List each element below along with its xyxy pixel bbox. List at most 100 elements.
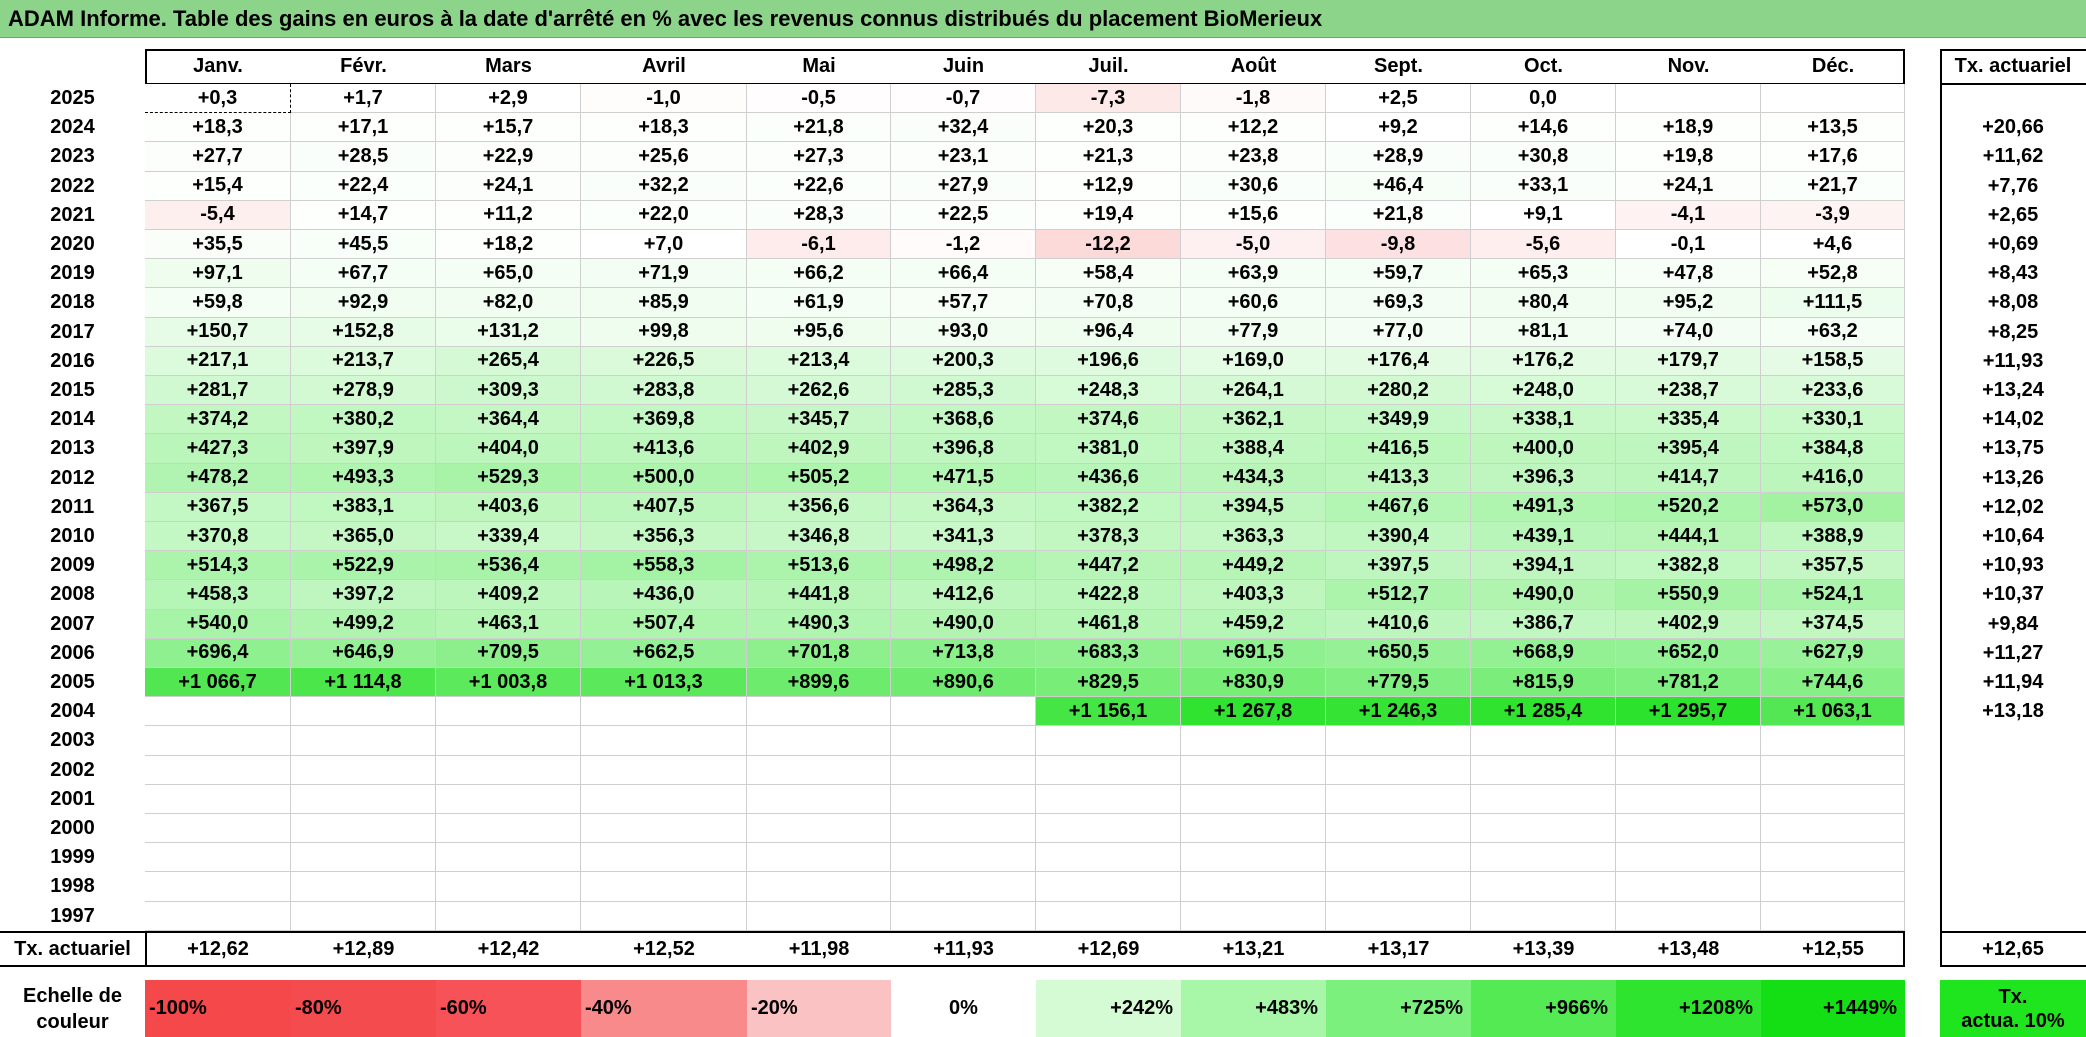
year-label: 2018: [50, 291, 95, 314]
table-cell: [291, 872, 436, 902]
table-cell: +650,5: [1326, 638, 1471, 668]
actuarial-rate: +8,25: [1987, 320, 2039, 343]
table-cell: +374,2: [145, 405, 291, 435]
table-cell: [747, 872, 891, 902]
table-cell: [1036, 755, 1181, 785]
table-cell: +388,9: [1761, 522, 1905, 552]
color-scale-swatch: +242%: [1036, 980, 1181, 1037]
table-cell: +335,4: [1616, 405, 1761, 435]
table-cell: +27,3: [747, 142, 891, 172]
table-cell: +85,9: [581, 288, 747, 318]
table-cell: +21,7: [1761, 171, 1905, 201]
table-cell: +463,1: [436, 609, 581, 639]
table-cell: [1036, 843, 1181, 873]
table-cell: +14,7: [291, 200, 436, 230]
table-cell: [581, 755, 747, 785]
table-cell: +627,9: [1761, 638, 1905, 668]
footer-rate: +13,21: [1222, 938, 1285, 960]
table-cell: +22,9: [436, 142, 581, 172]
table-cell: +493,3: [291, 463, 436, 493]
year-label: 2010: [50, 525, 95, 548]
table-cell: +396,3: [1471, 463, 1616, 493]
table-cell: [747, 755, 891, 785]
table-cell: [1616, 755, 1761, 785]
table-cell: [891, 872, 1036, 902]
table-cell: [1326, 726, 1471, 756]
table-cell: +28,3: [747, 200, 891, 230]
year-label: 2013: [50, 437, 95, 460]
year-label: 2014: [50, 408, 95, 431]
table-cell: +59,7: [1326, 259, 1471, 289]
table-cell: +364,3: [891, 492, 1036, 522]
table-cell: +27,7: [145, 142, 291, 172]
table-cell: +573,0: [1761, 492, 1905, 522]
table-cell: [581, 726, 747, 756]
footer-rate: +12,52: [633, 938, 695, 960]
actuarial-rate: +0,69: [1987, 233, 2039, 256]
table-cell: +378,3: [1036, 522, 1181, 552]
table-cell: +339,4: [436, 522, 581, 552]
actuarial-rate: +13,24: [1982, 379, 2044, 402]
table-cell: -1,2: [891, 230, 1036, 260]
actuarial-rate: +10,93: [1982, 554, 2044, 577]
table-cell: +369,8: [581, 405, 747, 435]
table-cell: -5,0: [1181, 230, 1326, 260]
table-cell: +403,3: [1181, 580, 1326, 610]
actuarial-header: Tx. actuariel: [1954, 55, 2072, 77]
table-cell: [1471, 872, 1616, 902]
table-cell: +67,7: [291, 259, 436, 289]
actuarial-rate: [1940, 872, 2086, 901]
actuarial-rate: [1940, 726, 2086, 755]
color-scale-swatch: -80%: [291, 980, 436, 1037]
table-cell: +386,7: [1471, 609, 1616, 639]
table-cell: [436, 814, 581, 844]
table-cell: +176,2: [1471, 346, 1616, 376]
year-label: 2011: [50, 495, 95, 518]
table-cell: +830,9: [1181, 668, 1326, 698]
table-cell: [1616, 784, 1761, 814]
table-cell: +779,5: [1326, 668, 1471, 698]
table-cell: +397,2: [291, 580, 436, 610]
table-cell: +390,4: [1326, 522, 1471, 552]
color-scale-actuarial: Tx. actua. 10%: [1940, 980, 2086, 1037]
table-cell: [747, 814, 891, 844]
table-cell: +478,2: [145, 463, 291, 493]
table-cell: +461,8: [1036, 609, 1181, 639]
table-cell: +490,0: [1471, 580, 1616, 610]
color-scale-swatch: -60%: [436, 980, 581, 1037]
table-cell: +0,3: [145, 84, 291, 114]
table-cell: +413,3: [1326, 463, 1471, 493]
table-cell: [436, 843, 581, 873]
table-cell: +402,9: [1616, 609, 1761, 639]
table-cell: +1 063,1: [1761, 697, 1905, 727]
table-cell: +388,4: [1181, 434, 1326, 464]
table-cell: 0,0: [1471, 84, 1616, 114]
actuarial-rate: [1940, 902, 2086, 931]
table-cell: +15,6: [1181, 200, 1326, 230]
color-scale-label-line1: Echelle de: [23, 984, 122, 1007]
table-cell: +458,3: [145, 580, 291, 610]
color-scale-actuarial-line1: Tx.: [1998, 985, 2028, 1008]
footer-rate: +12,69: [1077, 938, 1140, 960]
table-cell: [291, 697, 436, 727]
table-cell: +413,6: [581, 434, 747, 464]
table-cell: +394,5: [1181, 492, 1326, 522]
month-header: Juin: [942, 55, 985, 77]
table-cell: [891, 755, 1036, 785]
table-cell: [581, 872, 747, 902]
table-cell: +264,1: [1181, 376, 1326, 406]
actuarial-rate: [1940, 843, 2086, 872]
table-cell: -5,6: [1471, 230, 1616, 260]
table-cell: +449,2: [1181, 551, 1326, 581]
table-cell: [1616, 814, 1761, 844]
actuarial-rate: [1940, 756, 2086, 785]
table-cell: +357,5: [1761, 551, 1905, 581]
table-cell: +382,8: [1616, 551, 1761, 581]
table-cell: [145, 784, 291, 814]
actuarial-rate: +11,93: [1982, 349, 2044, 372]
report-title: ADAM Informe. Table des gains en euros à…: [0, 0, 2086, 38]
table-cell: +439,1: [1471, 522, 1616, 552]
table-cell: +558,3: [581, 551, 747, 581]
table-cell: +459,2: [1181, 609, 1326, 639]
table-cell: +22,4: [291, 171, 436, 201]
